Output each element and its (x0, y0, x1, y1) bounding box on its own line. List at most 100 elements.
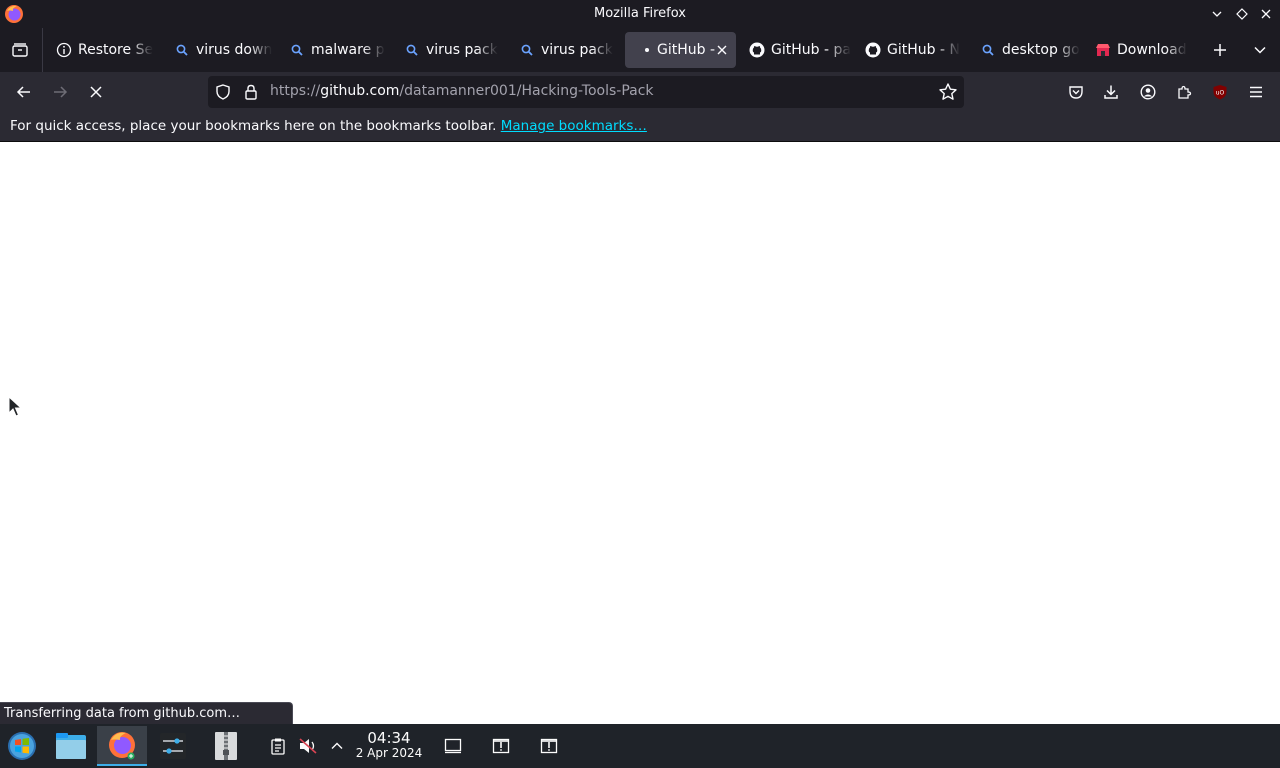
pocket-icon (1069, 86, 1083, 99)
tab-download[interactable]: Download (1085, 32, 1197, 68)
stop-button[interactable] (82, 78, 110, 106)
app-menu-button[interactable] (1242, 78, 1270, 106)
url-prefix: https:// (270, 83, 321, 99)
forward-button[interactable] (46, 78, 74, 106)
search-icon (174, 42, 190, 58)
search-icon (980, 42, 996, 58)
extensions-button[interactable] (1170, 78, 1198, 106)
account-button[interactable] (1134, 78, 1162, 106)
clock-time: 04:34 (367, 729, 411, 747)
manage-bookmarks-link[interactable]: Manage bookmarks… (501, 118, 647, 134)
tab-github-2[interactable]: GitHub - pa (739, 32, 851, 68)
search-icon (519, 42, 535, 58)
bookmarks-hint-text: For quick access, place your bookmarks h… (10, 118, 497, 134)
tab-strip: Restore Se virus down malware p virus pa… (0, 28, 1280, 72)
close-tab-icon[interactable] (714, 42, 730, 58)
github-icon (865, 42, 881, 58)
firefox-view-button[interactable] (4, 34, 36, 66)
taskbar-archive-manager[interactable] (201, 726, 251, 766)
hamburger-menu-icon (1250, 86, 1262, 98)
tab-title: virus pack (426, 42, 498, 58)
close-window-icon[interactable] (1257, 5, 1275, 23)
digital-clock[interactable]: 04:34 2 Apr 2024 (352, 730, 426, 760)
search-icon (404, 42, 420, 58)
taskbar-system-settings[interactable] (148, 726, 198, 766)
tab-github-active[interactable]: GitHub - (625, 32, 736, 68)
firefox-view-icon (12, 43, 28, 57)
taskbar-file-manager[interactable] (46, 726, 96, 766)
tracking-protection-shield-icon[interactable] (214, 83, 232, 101)
url-host: github.com (320, 83, 400, 99)
ublock-shield-icon: uO (1213, 85, 1227, 100)
tab-title: GitHub - N (887, 42, 960, 58)
tab-restore-session[interactable]: Restore Se (46, 32, 158, 68)
window-title: Mozilla Firefox (594, 6, 686, 21)
status-text: Transferring data from github.com… (4, 706, 241, 721)
firefox-icon (109, 732, 135, 760)
taskbar-firefox[interactable] (97, 726, 147, 766)
bookmarks-empty-message: For quick access, place your bookmarks h… (10, 118, 647, 134)
github-icon (749, 42, 765, 58)
volume-muted-icon[interactable] (298, 736, 318, 756)
new-tab-button[interactable] (1206, 36, 1234, 64)
maximize-icon[interactable] (1233, 5, 1251, 23)
tab-title: virus down (196, 42, 273, 58)
bookmark-star-icon[interactable] (938, 82, 958, 102)
bookmarks-toolbar: For quick access, place your bookmarks h… (0, 112, 1280, 142)
tab-title: Download (1117, 42, 1187, 58)
pocket-button[interactable] (1062, 78, 1090, 106)
tab-search-3[interactable]: virus pack (394, 32, 504, 68)
clock-date: 2 Apr 2024 (355, 746, 423, 760)
start-menu-icon (8, 732, 36, 760)
minimize-icon[interactable] (1208, 5, 1226, 23)
stop-icon (90, 86, 102, 98)
tab-search-4[interactable]: virus pack (509, 32, 619, 68)
window-titlebar: Mozilla Firefox (0, 0, 1280, 28)
ublock-origin-button[interactable]: uO (1206, 78, 1234, 106)
search-icon (289, 42, 305, 58)
tab-search-1[interactable]: virus down (164, 32, 274, 68)
show-desktop-icon[interactable] (443, 736, 463, 756)
notification-icon[interactable] (491, 736, 511, 756)
loading-dot-icon (635, 42, 651, 58)
application-launcher-button[interactable] (0, 726, 44, 766)
url-bar[interactable]: https://github.com/datamanner001/Hacking… (208, 76, 964, 108)
tab-title: desktop go (1002, 42, 1080, 58)
chevron-down-icon (1254, 46, 1266, 54)
back-button[interactable] (10, 78, 38, 106)
archive-icon (215, 732, 237, 760)
arrow-right-icon (54, 86, 68, 98)
store-icon (1095, 42, 1111, 58)
account-icon (1140, 84, 1156, 100)
tab-title: virus pack (541, 42, 613, 58)
plus-icon (1214, 44, 1226, 56)
status-panel: Transferring data from github.com… (0, 702, 293, 724)
settings-sliders-icon (160, 733, 186, 759)
downloads-button[interactable] (1097, 78, 1125, 106)
taskbar: 04:34 2 Apr 2024 (0, 724, 1280, 768)
download-icon (1104, 85, 1118, 99)
tab-strip-divider (42, 28, 43, 72)
tab-title: GitHub - pa (771, 42, 851, 58)
puzzle-icon (1178, 85, 1192, 99)
svg-text:uO: uO (1216, 90, 1225, 97)
navigation-toolbar: https://github.com/datamanner001/Hacking… (0, 72, 1280, 112)
list-all-tabs-button[interactable] (1246, 36, 1274, 64)
url-text[interactable]: https://github.com/datamanner001/Hacking… (270, 83, 654, 99)
tab-title: Restore Se (78, 42, 154, 58)
tab-search-5[interactable]: desktop go (970, 32, 1080, 68)
tab-title: GitHub - (657, 42, 716, 58)
tab-search-2[interactable]: malware p (279, 32, 389, 68)
tab-title: malware p (311, 42, 385, 58)
url-path: /datamanner001/Hacking-Tools-Pack (399, 83, 654, 99)
tab-github-3[interactable]: GitHub - N (855, 32, 965, 68)
folder-icon (56, 733, 86, 759)
tray-expand-chevron-up-icon[interactable] (327, 736, 347, 756)
info-icon (56, 42, 72, 58)
alert-window-icon[interactable] (539, 736, 559, 756)
lock-icon[interactable] (242, 83, 260, 101)
page-content-area[interactable] (0, 142, 1280, 724)
mouse-cursor-icon (8, 396, 22, 417)
clipboard-icon[interactable] (268, 736, 288, 756)
arrow-left-icon (16, 86, 30, 98)
